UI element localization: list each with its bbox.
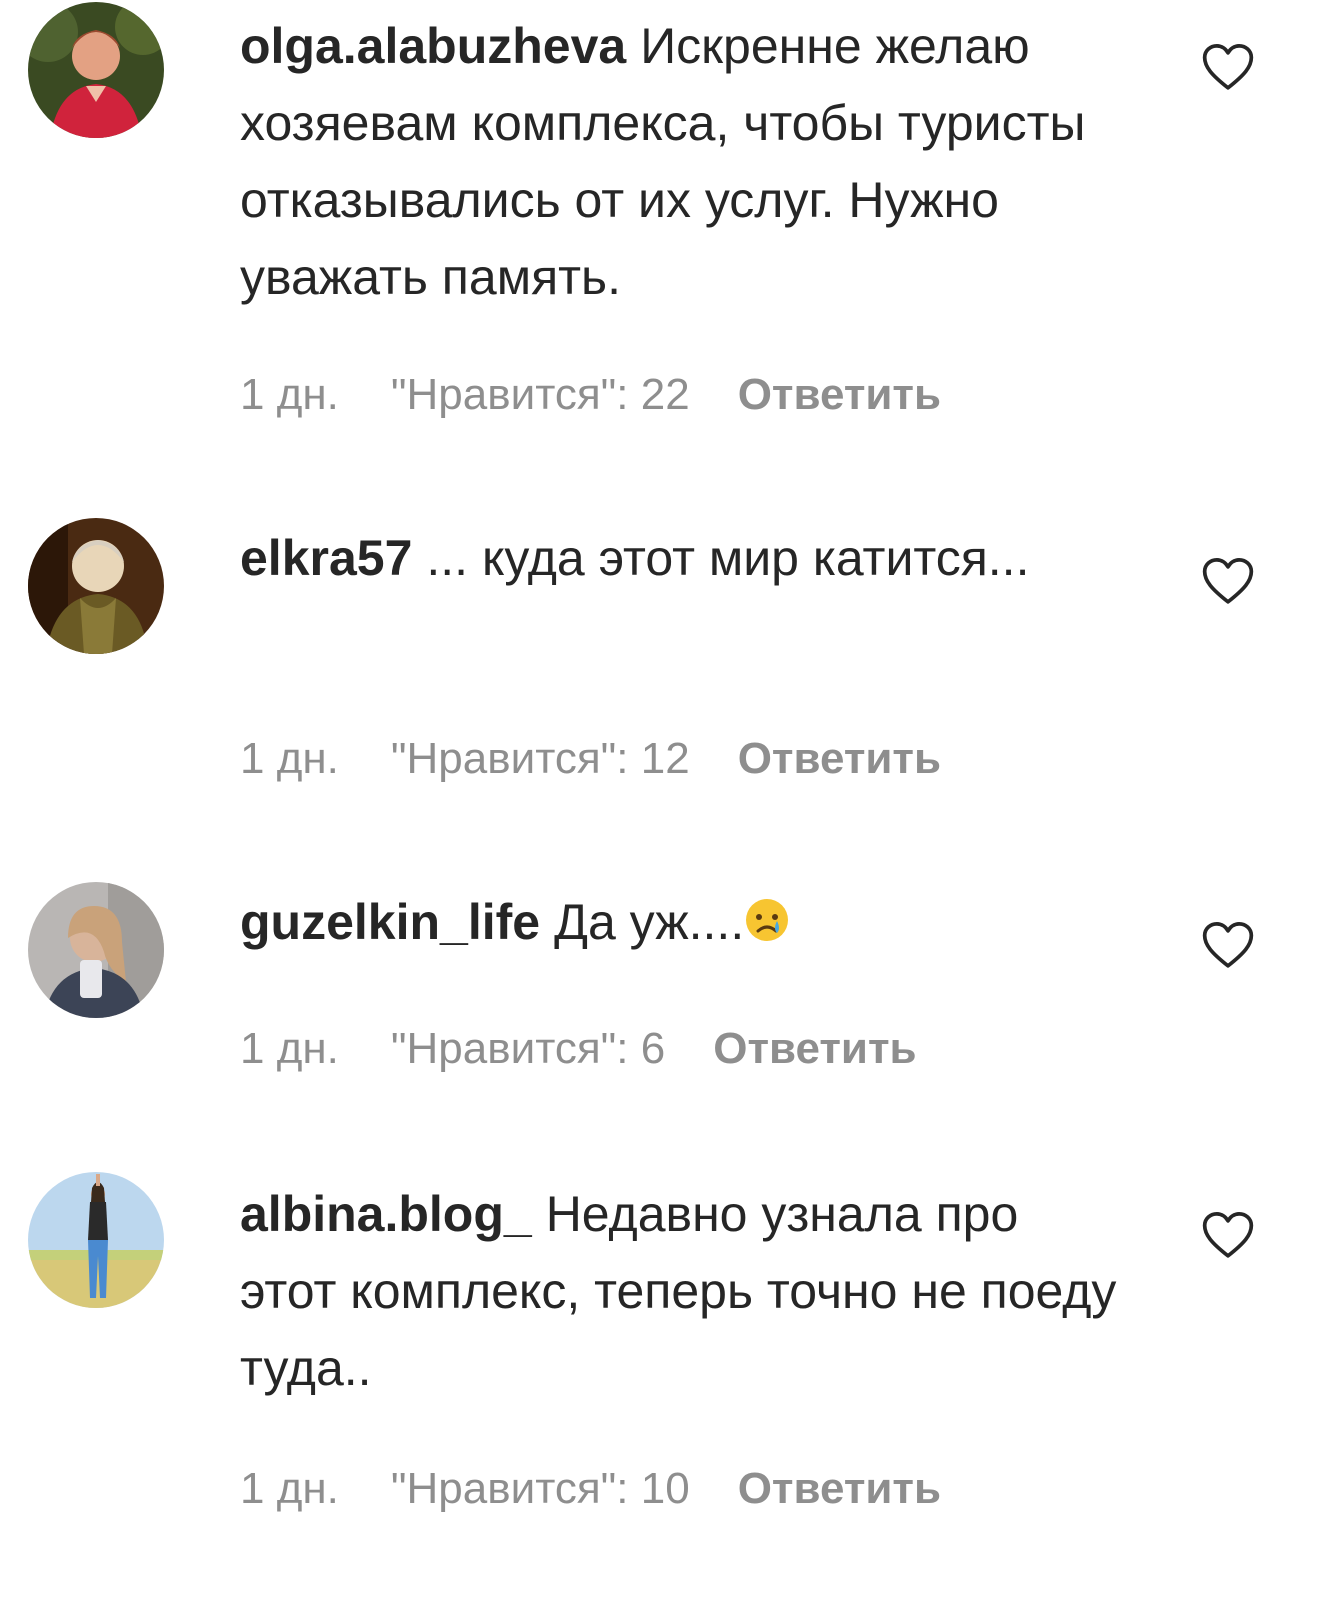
reply-button[interactable]: Ответить: [738, 734, 941, 783]
heart-outline-icon[interactable]: [1200, 40, 1256, 96]
comment-username[interactable]: olga.alabuzheva: [240, 18, 626, 74]
comment-likes-count[interactable]: "Нравится": 22: [391, 370, 690, 419]
heart-outline-icon[interactable]: [1200, 554, 1256, 610]
avatar[interactable]: [28, 1172, 164, 1308]
comment-likes-count[interactable]: "Нравится": 10: [391, 1464, 690, 1513]
comment-text: ... куда этот мир катится...: [426, 530, 1030, 586]
heart-outline-icon[interactable]: [1200, 918, 1256, 974]
avatar[interactable]: [28, 882, 164, 1018]
comment-meta: 1 дн. "Нравится": 22 Ответить: [240, 370, 941, 420]
comment-time[interactable]: 1 дн.: [240, 1024, 339, 1073]
comment-time[interactable]: 1 дн.: [240, 370, 339, 419]
reply-button[interactable]: Ответить: [713, 1024, 916, 1073]
comment-text: Да уж....: [554, 894, 745, 950]
comment-meta: 1 дн. "Нравится": 10 Ответить: [240, 1464, 941, 1514]
comment-list: olga.alabuzheva Искренне желаю хозяевам к…: [0, 0, 1338, 1600]
comment-meta: 1 дн. "Нравится": 12 Ответить: [240, 734, 941, 784]
reply-button[interactable]: Ответить: [738, 1464, 941, 1513]
comment-username[interactable]: elkra57: [240, 530, 412, 586]
comment-likes-count[interactable]: "Нравится": 6: [391, 1024, 665, 1073]
comment-likes-count[interactable]: "Нравится": 12: [391, 734, 690, 783]
heart-outline-icon[interactable]: [1200, 1208, 1256, 1264]
comment-time[interactable]: 1 дн.: [240, 734, 339, 783]
comment-username[interactable]: albina.blog_: [240, 1186, 532, 1242]
comment-meta: 1 дн. "Нравится": 6 Ответить: [240, 1024, 917, 1074]
comment-time[interactable]: 1 дн.: [240, 1464, 339, 1513]
reply-button[interactable]: Ответить: [738, 370, 941, 419]
comment-username[interactable]: guzelkin_life: [240, 894, 540, 950]
crying-face-emoji: [744, 888, 790, 941]
avatar[interactable]: [28, 518, 164, 654]
avatar[interactable]: [28, 2, 164, 138]
